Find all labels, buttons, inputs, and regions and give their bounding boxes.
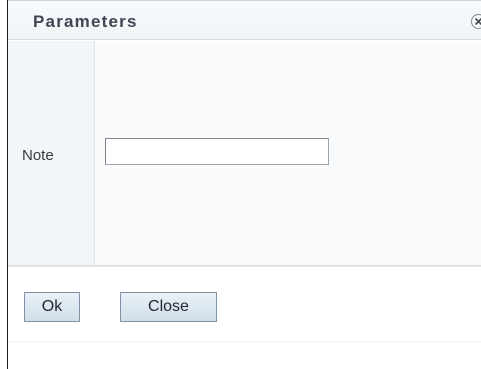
ok-button[interactable]: Ok bbox=[24, 292, 80, 322]
dialog-title: Parameters bbox=[33, 12, 138, 31]
parameters-dialog: Parameters Note Ok Close bbox=[0, 0, 481, 369]
parameters-form: Note bbox=[8, 41, 481, 265]
close-icon[interactable] bbox=[471, 14, 481, 29]
note-label: Note bbox=[22, 147, 54, 164]
close-x-glyph bbox=[474, 17, 481, 26]
button-bar: Ok Close bbox=[8, 267, 481, 369]
bottom-separator bbox=[8, 341, 481, 342]
dialog-titlebar: Parameters bbox=[8, 0, 481, 40]
close-button[interactable]: Close bbox=[120, 292, 217, 322]
note-input[interactable] bbox=[105, 138, 329, 165]
label-column: Note bbox=[8, 41, 95, 265]
